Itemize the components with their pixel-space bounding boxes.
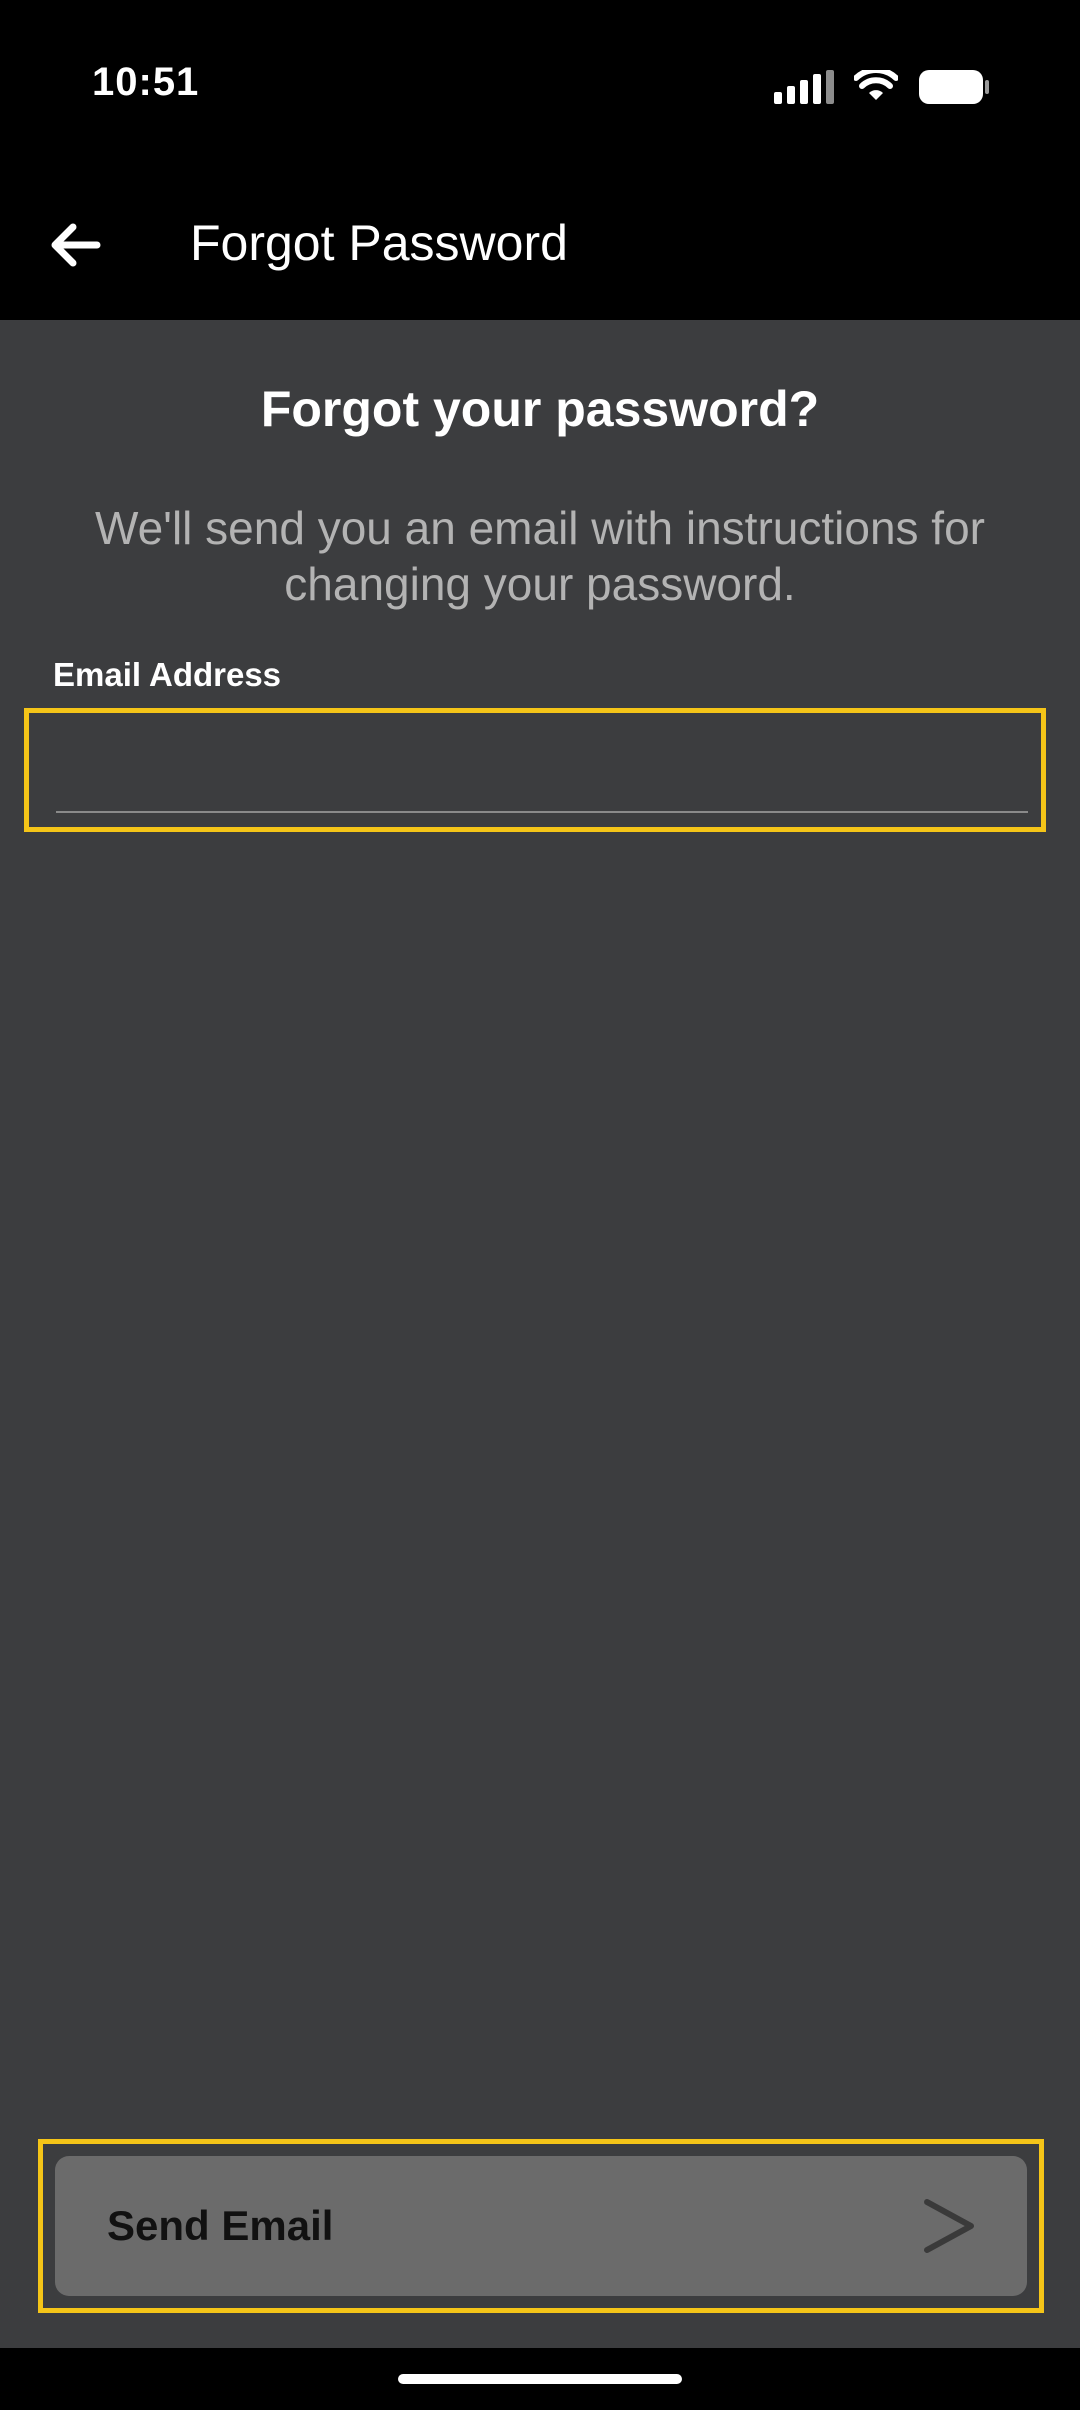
forgot-password-screen: 10:51 Forgot Password Forgot your passwo… [0, 0, 1080, 2410]
email-field-highlight [24, 708, 1046, 832]
status-time: 10:51 [92, 60, 200, 104]
send-button-highlight: Send Email [38, 2139, 1044, 2313]
battery-icon [918, 69, 990, 105]
wifi-icon [854, 70, 898, 104]
heading: Forgot your password? [260, 381, 820, 437]
chevron-right-icon [924, 2199, 974, 2253]
arrow-left-icon [51, 223, 101, 267]
home-indicator[interactable] [398, 2374, 682, 2384]
back-button[interactable] [30, 200, 120, 290]
status-bar: 10:51 [0, 0, 1080, 170]
main-content: Forgot your password? We'll send you an … [0, 320, 1080, 2350]
description: We'll send you an email with instruction… [95, 502, 985, 610]
email-field-label: Email Address [53, 656, 282, 693]
page-title: Forgot Password [190, 215, 568, 271]
send-email-label: Send Email [107, 2202, 334, 2249]
signal-icon [774, 70, 834, 104]
email-field[interactable] [56, 721, 1028, 813]
app-bar: Forgot Password [0, 170, 1080, 320]
send-email-button[interactable]: Send Email [55, 2156, 1027, 2296]
status-icons [774, 62, 990, 112]
system-nav-bar [0, 2348, 1080, 2410]
